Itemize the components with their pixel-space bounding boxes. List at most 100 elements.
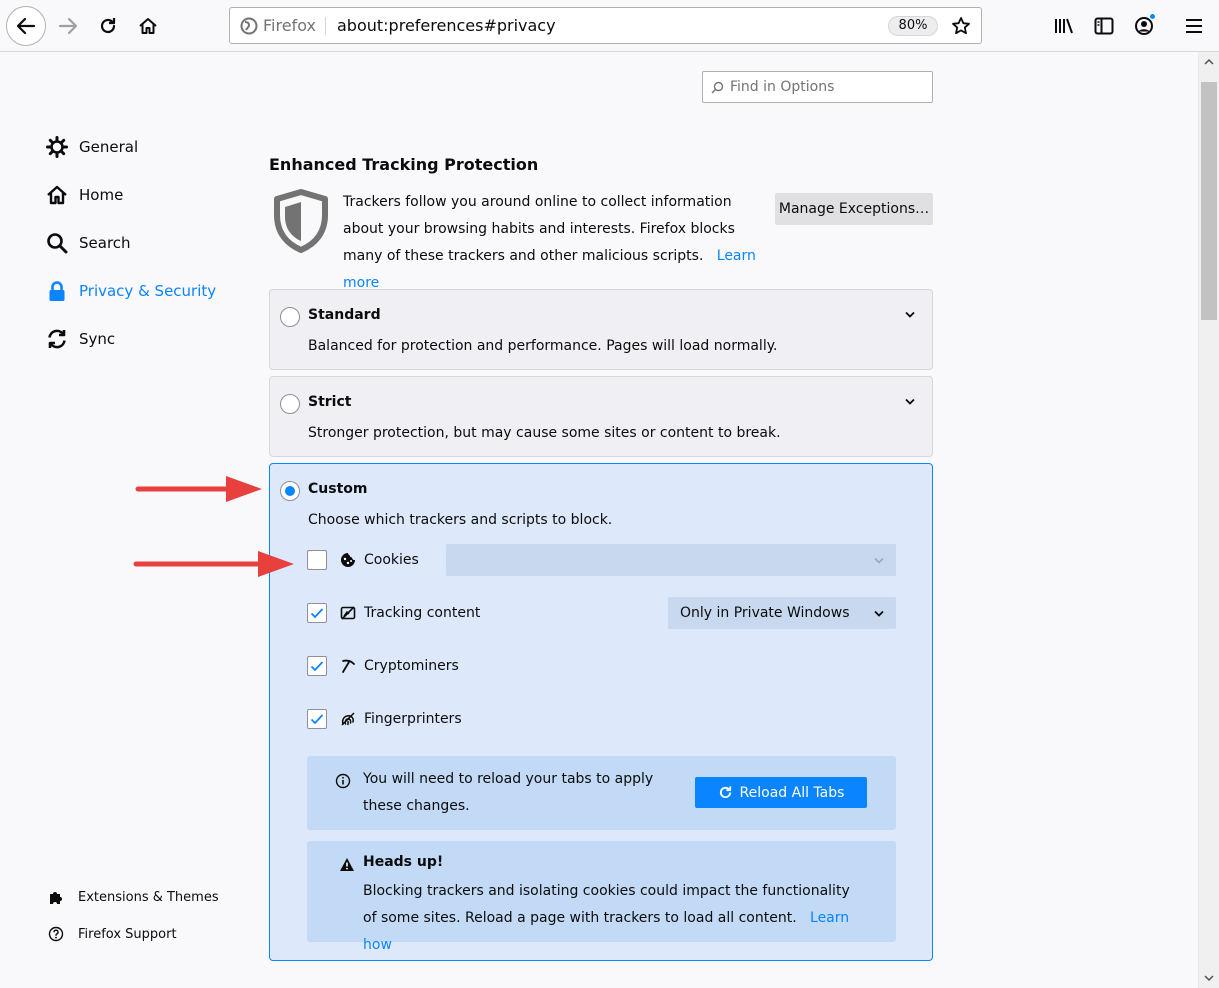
chevron-down-icon: [874, 557, 884, 564]
bookmark-star-button[interactable]: [948, 13, 974, 39]
scroll-up-button[interactable]: [1199, 52, 1219, 72]
find-in-options-input[interactable]: [730, 79, 920, 95]
chevron-down-icon[interactable]: [902, 393, 918, 409]
nav-footer-label: Firefox Support: [78, 926, 177, 942]
custom-title: Custom: [308, 481, 368, 497]
standard-title: Standard: [308, 307, 381, 323]
nav-item-label: Home: [79, 186, 124, 204]
nav-item-general[interactable]: General: [45, 133, 138, 161]
cookies-label: Cookies: [364, 552, 419, 568]
strict-radio[interactable]: [280, 394, 300, 414]
library-button[interactable]: [1048, 10, 1080, 42]
tracking-content-option[interactable]: Tracking content: [307, 602, 480, 624]
home-icon: [139, 18, 157, 34]
nav-footer-firefox-support[interactable]: Firefox Support: [48, 926, 177, 942]
zoom-reset-button[interactable]: 80%: [888, 16, 938, 36]
warning-icon: [340, 858, 354, 871]
puzzle-icon: [50, 892, 62, 904]
cookies-select: [446, 544, 896, 576]
url-bar[interactable]: Firefox about:preferences#privacy 80%: [229, 7, 982, 44]
standard-radio[interactable]: [280, 307, 300, 327]
nav-item-label: Privacy & Security: [79, 282, 217, 300]
help-icon: [48, 926, 64, 942]
sync-icon: [45, 327, 69, 351]
search-icon: [45, 231, 69, 255]
nav-item-label: General: [79, 138, 139, 156]
vertical-scrollbar[interactable]: [1198, 52, 1219, 988]
app-menu-button[interactable]: [1178, 10, 1210, 42]
reload-icon: [100, 18, 116, 34]
nav-item-label: Sync: [79, 330, 116, 348]
gear-icon: [45, 135, 69, 159]
nav-item-privacy-security[interactable]: Privacy & Security: [45, 277, 216, 305]
strict-title: Strict: [308, 394, 352, 410]
nav-item-sync[interactable]: Sync: [45, 325, 115, 353]
manage-exceptions-button[interactable]: Manage Exceptions…: [775, 193, 933, 225]
browser-toolbar: Firefox about:preferences#privacy 80%: [0, 0, 1219, 52]
reload-notice: You will need to reload your tabs to app…: [307, 756, 896, 830]
custom-option-card[interactable]: Custom Choose which trackers and scripts…: [269, 463, 933, 961]
checkmark-icon: [310, 661, 324, 672]
home-button[interactable]: [132, 10, 164, 42]
info-icon: [335, 773, 351, 789]
reload-all-tabs-button[interactable]: Reload All Tabs: [695, 777, 867, 808]
shield-icon: [274, 189, 328, 253]
arrow-left-icon: [16, 17, 36, 35]
annotation-arrow-custom: [135, 476, 262, 502]
nav-item-home[interactable]: Home: [45, 181, 123, 209]
tracking-content-label: Tracking content: [364, 605, 481, 621]
etp-description-text: Trackers follow you around online to col…: [343, 194, 735, 264]
warning-title: Heads up!: [363, 854, 444, 870]
tracking-content-select[interactable]: Only in Private Windows: [668, 597, 896, 629]
cryptominers-option[interactable]: Cryptominers: [307, 655, 459, 677]
star-icon: [952, 17, 970, 35]
sidebar-button[interactable]: [1088, 10, 1120, 42]
reload-notice-text: You will need to reload your tabs to app…: [363, 771, 654, 814]
identity-box[interactable]: Firefox: [240, 16, 316, 35]
arrow-right-icon: [58, 17, 78, 35]
library-icon: [1055, 18, 1073, 34]
sidebar-icon: [1094, 17, 1114, 35]
warning-body: Blocking trackers and isolating cookies …: [363, 883, 850, 926]
lock-icon: [45, 279, 69, 303]
standard-description: Balanced for protection and performance.…: [308, 338, 778, 354]
cryptominers-checkbox[interactable]: [307, 656, 327, 676]
standard-option-card[interactable]: Standard Balanced for protection and per…: [269, 289, 933, 370]
nav-footer-extensions-themes[interactable]: Extensions & Themes: [48, 889, 219, 905]
chevron-down-icon[interactable]: [902, 306, 918, 322]
fingerprint-icon: [339, 710, 357, 728]
forward-button[interactable]: [52, 10, 84, 42]
custom-radio[interactable]: [280, 481, 300, 501]
cryptominer-icon: [339, 657, 357, 675]
chevron-up-icon: [1204, 58, 1214, 65]
search-icon: [711, 81, 724, 93]
nav-footer-label: Extensions & Themes: [78, 889, 219, 905]
find-in-options[interactable]: [702, 71, 933, 103]
etp-description: Trackers follow you around online to col…: [343, 189, 768, 297]
identity-label: Firefox: [263, 16, 316, 35]
hamburger-menu-icon: [1186, 19, 1202, 33]
reload-all-tabs-label: Reload All Tabs: [739, 784, 845, 801]
fingerprinters-checkbox[interactable]: [307, 709, 327, 729]
fingerprinters-option[interactable]: Fingerprinters: [307, 708, 462, 730]
chevron-down-icon: [1204, 975, 1214, 982]
scroll-down-button[interactable]: [1199, 968, 1219, 988]
nav-item-search[interactable]: Search: [45, 229, 131, 257]
nav-item-label: Search: [79, 234, 131, 252]
cookies-option[interactable]: Cookies: [307, 549, 419, 571]
cookie-icon: [339, 551, 357, 569]
checkmark-icon: [310, 608, 324, 619]
chevron-down-icon: [874, 610, 884, 617]
scroll-thumb[interactable]: [1201, 82, 1217, 320]
section-title: Enhanced Tracking Protection: [269, 155, 539, 174]
account-button[interactable]: [1128, 10, 1160, 42]
heads-up-warning: Heads up! Blocking trackers and isolatin…: [307, 841, 896, 953]
strict-option-card[interactable]: Strict Stronger protection, but may caus…: [269, 376, 933, 457]
annotation-arrow-cookies: [133, 551, 294, 577]
back-button[interactable]: [6, 6, 46, 46]
url-text[interactable]: about:preferences#privacy: [337, 16, 556, 35]
cookies-checkbox[interactable]: [307, 550, 327, 570]
tracking-content-checkbox[interactable]: [307, 603, 327, 623]
custom-description: Choose which trackers and scripts to blo…: [308, 512, 613, 528]
reload-button[interactable]: [92, 10, 124, 42]
